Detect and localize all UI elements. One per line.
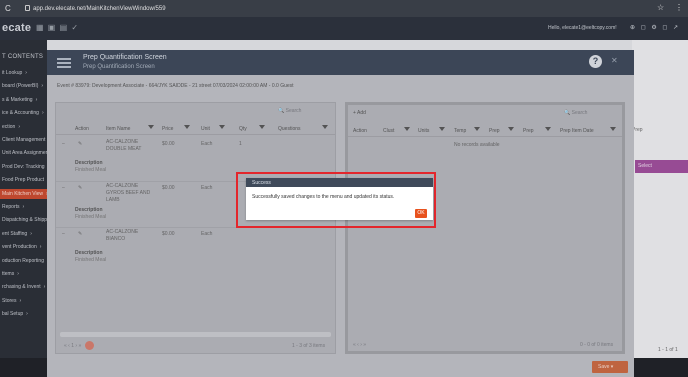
success-dialog: Success Successfully saved changes to th… (246, 178, 433, 220)
ok-button[interactable]: OK (415, 209, 427, 218)
dialog-title-bar: Success (246, 178, 433, 187)
screen: C app.dev.elecate.net/MainKitchenViewWin… (0, 0, 688, 377)
dialog-title: Success (252, 180, 271, 186)
dialog-message: Successfully saved changes to the menu a… (252, 194, 395, 200)
